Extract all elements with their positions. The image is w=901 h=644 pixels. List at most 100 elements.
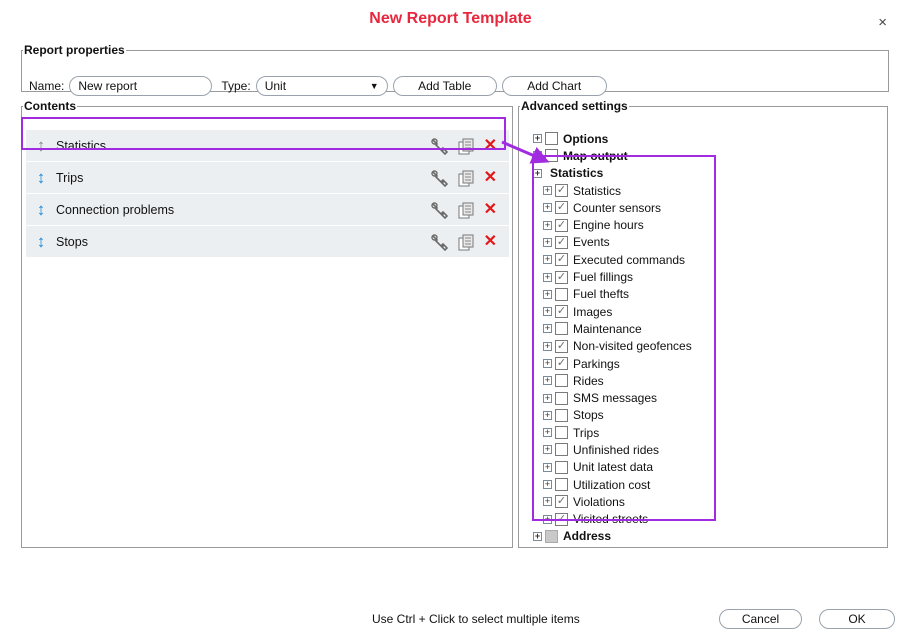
expand-icon[interactable]: + [543,376,552,386]
drag-arrow-icon[interactable]: ↕ [26,200,56,220]
delete-icon[interactable]: ✕ [484,234,497,250]
expand-icon[interactable]: + [543,307,552,317]
checkbox[interactable]: ✓ [555,357,568,370]
expand-icon[interactable]: + [543,359,552,368]
checkbox[interactable] [555,287,568,301]
checkbox[interactable]: ✓ [555,495,568,509]
tree-child-node[interactable]: + ✓ Events [533,234,692,251]
tree-node-statistics[interactable]: + Statistics [533,165,692,182]
type-select[interactable]: Unit ▼ [255,76,388,96]
expand-icon[interactable]: + [533,531,542,541]
expand-icon[interactable]: + [543,341,552,351]
tree-child-node[interactable]: + Maintenance [533,320,692,337]
tree-child-node[interactable]: + ✓ Non-visited geofences [533,338,692,355]
copy-icon[interactable] [458,202,474,219]
tree-child-node[interactable]: + ✓ Statistics [533,182,692,199]
copy-icon[interactable] [458,170,474,187]
content-row[interactable]: ↕ Connection problems ✕ [26,194,509,226]
cancel-button[interactable]: Cancel [719,609,802,629]
drag-arrow-icon[interactable]: ↕ [26,168,56,188]
tree-child-node[interactable]: + Fuel thefts [533,286,692,303]
wrench-icon[interactable] [430,169,448,187]
expand-icon[interactable]: + [533,151,542,161]
expand-icon[interactable]: + [543,410,552,420]
delete-icon[interactable]: ✕ [484,170,497,186]
delete-icon[interactable]: ✕ [484,202,497,218]
expand-icon[interactable]: + [543,186,552,196]
content-row[interactable]: ↕ Trips ✕ [26,162,509,194]
tree-node-address[interactable]: + Address [533,528,692,545]
tree-child-node[interactable]: + ✓ Parkings [533,355,692,372]
tree-child-node[interactable]: + ✓ Counter sensors [533,199,692,216]
expand-icon[interactable]: + [543,480,552,490]
expand-icon[interactable]: + [543,203,552,213]
checkbox[interactable] [555,426,568,440]
checkbox[interactable]: ✓ [555,201,568,215]
content-row[interactable]: ↕ Statistics ✕ [26,130,509,162]
tree-child-node[interactable]: + Rides [533,372,692,389]
wrench-icon[interactable] [430,137,448,155]
expand-icon[interactable]: + [543,237,552,247]
expand-icon[interactable]: + [543,272,552,282]
close-icon[interactable]: × [878,14,887,31]
tree-child-node[interactable]: + ✓ Visited streets [533,511,692,528]
checkbox[interactable]: ✓ [555,339,568,353]
tree-child-node[interactable]: + ✓ Violations [533,493,692,510]
checkbox[interactable]: ✓ [555,512,568,526]
wrench-icon[interactable] [430,233,448,251]
expand-icon[interactable]: + [533,134,542,144]
expand-icon[interactable]: + [543,462,552,472]
expand-icon[interactable]: + [533,168,542,178]
checkbox[interactable] [555,408,568,422]
name-input[interactable] [69,76,213,96]
add-table-button[interactable]: Add Table [392,76,497,96]
checkbox[interactable] [555,374,568,388]
checkbox[interactable]: ✓ [555,253,568,267]
checkbox[interactable] [555,443,568,457]
tree-node-1[interactable]: + Map output [533,147,692,164]
checkbox[interactable] [545,132,558,146]
expand-icon[interactable]: + [543,324,552,334]
type-label: Type: [221,79,251,93]
tree-child-node[interactable]: + ✓ Engine hours [533,216,692,233]
tree-child-node[interactable]: + Utilization cost [533,476,692,493]
checkbox[interactable]: ✓ [555,305,568,319]
tree-child-node[interactable]: + ✓ Images [533,303,692,320]
checkbox[interactable]: ✓ [555,218,568,232]
tree-child-node[interactable]: + SMS messages [533,389,692,406]
expand-icon[interactable]: + [543,255,552,265]
wrench-icon[interactable] [430,201,448,219]
tree-child-node[interactable]: + Unit latest data [533,459,692,476]
multi-select-hint: Use Ctrl + Click to select multiple item… [372,612,580,626]
drag-arrow-icon[interactable]: ↕ [26,232,56,252]
drag-arrow-icon[interactable]: ↕ [26,136,56,156]
copy-icon[interactable] [458,138,474,155]
content-row[interactable]: ↕ Stops ✕ [26,226,509,258]
checkbox[interactable]: ✓ [555,184,568,198]
delete-icon[interactable]: ✕ [484,138,497,154]
tree-child-node[interactable]: + Stops [533,407,692,424]
checkbox[interactable] [555,460,568,474]
tree-node-0[interactable]: + Options [533,130,692,147]
add-chart-button[interactable]: Add Chart [501,76,607,96]
checkbox[interactable] [545,529,558,543]
expand-icon[interactable]: + [543,220,552,230]
checkbox[interactable]: ✓ [555,235,568,249]
tree-child-node[interactable]: + Unfinished rides [533,441,692,458]
expand-icon[interactable]: + [543,289,552,299]
tree-child-node[interactable]: + ✓ Executed commands [533,251,692,268]
checkbox[interactable] [545,149,558,163]
tree-child-node[interactable]: + Trips [533,424,692,441]
ok-button[interactable]: OK [819,609,895,629]
expand-icon[interactable]: + [543,514,552,524]
expand-icon[interactable]: + [543,445,552,455]
expand-icon[interactable]: + [543,428,552,438]
expand-icon[interactable]: + [543,497,552,507]
tree-child-node[interactable]: + ✓ Fuel fillings [533,268,692,285]
checkbox[interactable] [555,322,568,336]
checkbox[interactable] [555,391,568,405]
copy-icon[interactable] [458,234,474,251]
expand-icon[interactable]: + [543,393,552,403]
checkbox[interactable]: ✓ [555,270,568,284]
checkbox[interactable] [555,478,568,492]
